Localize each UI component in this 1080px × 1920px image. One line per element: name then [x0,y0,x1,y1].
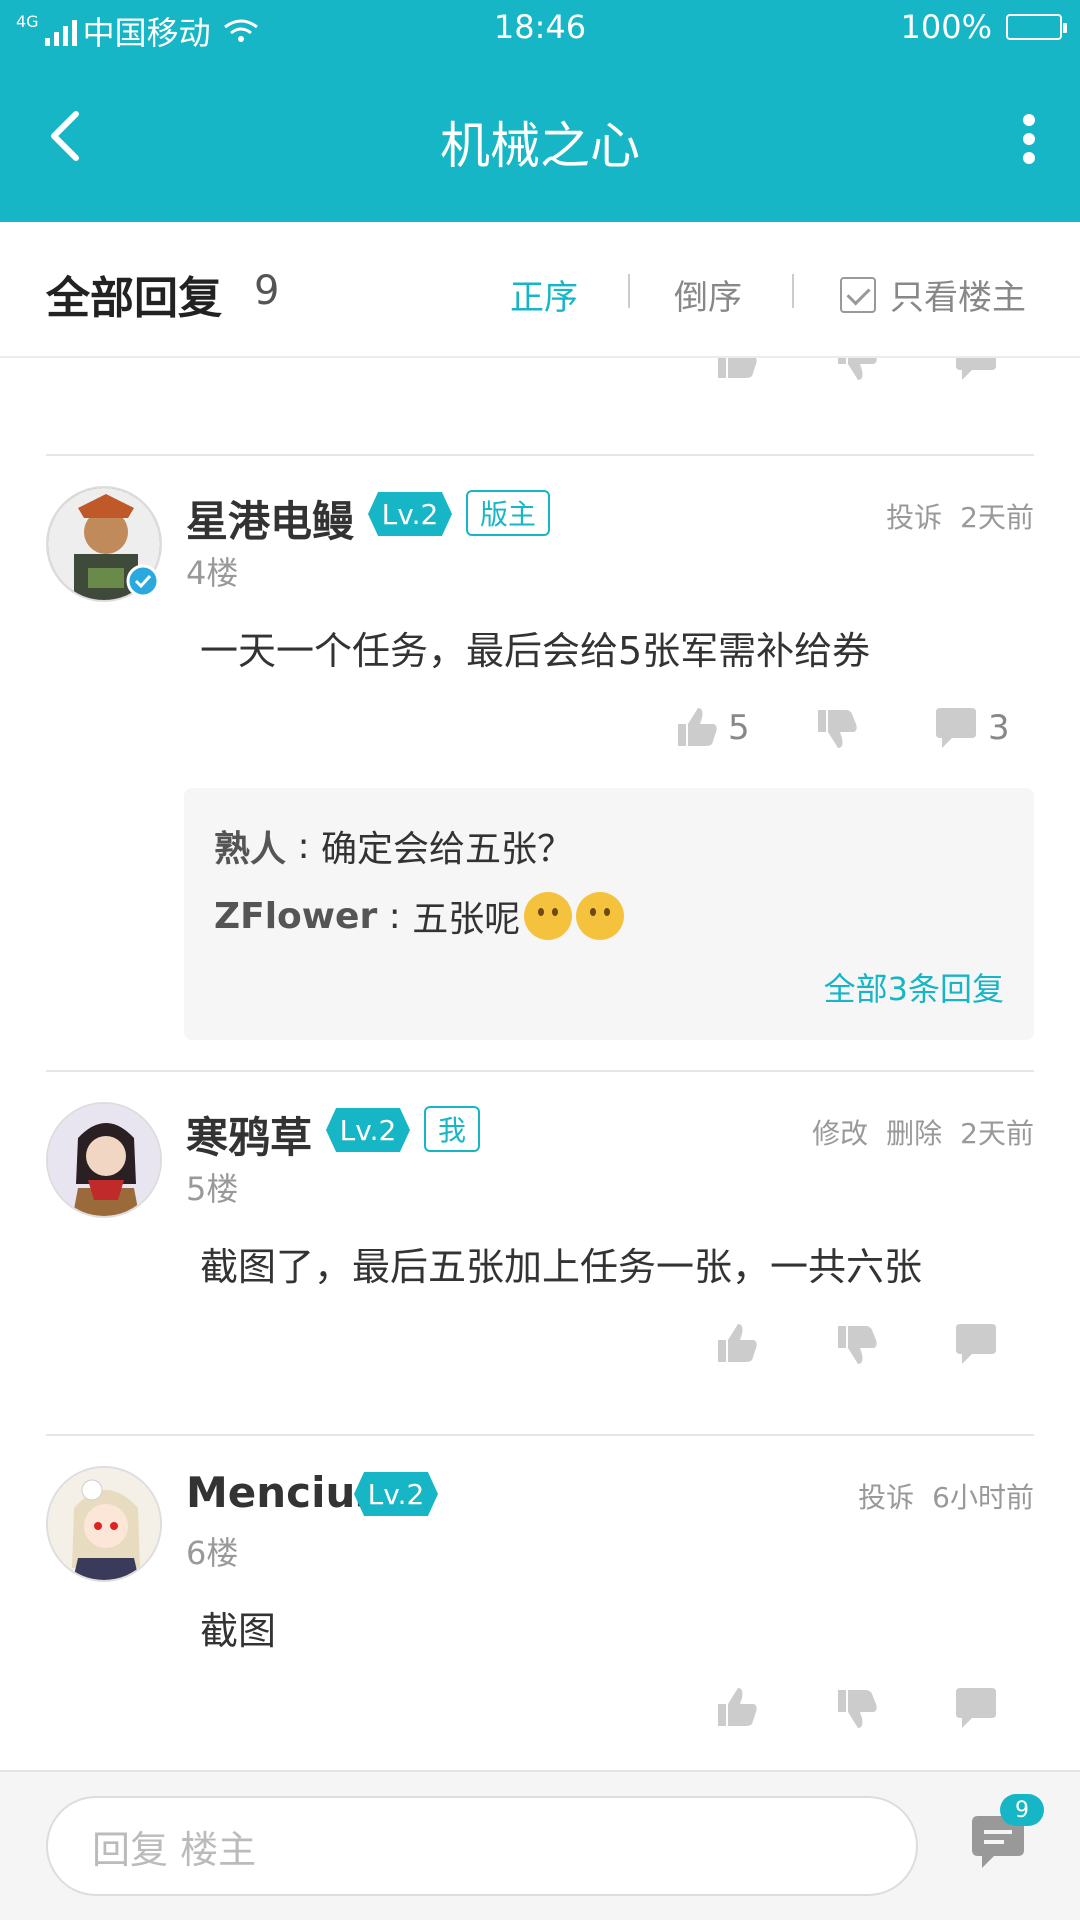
dislike-icon[interactable] [832,358,880,384]
checkbox-icon[interactable] [840,276,876,313]
floor-number: 5楼 [186,1170,239,1208]
title-bar: 机械之心 [0,56,1080,222]
divider [628,274,630,308]
reply-author[interactable]: ZFlower [214,896,377,937]
me-tag: 我 [424,1106,481,1152]
comment-icon [936,708,976,748]
post-text: 一天一个任务，最后会给5张军需补给券 [200,629,871,673]
divider [46,1070,1034,1072]
reply-count: 9 [254,268,280,314]
level-badge: Lv.2 [368,492,452,536]
dislike-icon[interactable] [832,1684,880,1732]
dislike-icon[interactable] [832,1320,880,1368]
sort-ascending-button[interactable]: 正序 [510,270,578,319]
post-time: 2天前 [960,501,1034,534]
username[interactable]: 寒鸦草 [186,1104,312,1165]
like-icon[interactable] [712,358,760,384]
like-icon[interactable] [712,1320,760,1368]
only-op-toggle[interactable]: 只看楼主 [840,270,1026,319]
post-time: 2天前 [960,1117,1034,1150]
avatar[interactable] [46,1466,162,1582]
thinking-emoji-icon [576,892,625,940]
reply-input[interactable]: 回复 楼主 [46,1796,918,1896]
reply-list: 星港电鳗 Lv.2 版主 投诉 2天前 4楼 一天一个任务，最后会给5张军需补给… [0,358,1080,1770]
more-menu-icon[interactable] [1014,114,1044,164]
all-replies-heading: 全部回复 [46,273,222,324]
like-icon [678,708,717,746]
status-right: 100% [900,8,1067,46]
delete-link[interactable]: 删除 [886,1112,942,1152]
sort-descending-button[interactable]: 倒序 [674,270,742,319]
avatar[interactable] [46,1102,162,1218]
comment-button[interactable]: 3 [932,704,1010,752]
reply-colon: : [377,895,413,937]
avatar-image [48,1468,160,1580]
divider [46,454,1034,456]
post-text: 截图了，最后五张加上任务一张，一共六张 [200,1245,923,1289]
comment-count: 3 [988,708,1010,748]
post-meta: 修改 删除 2天前 [812,1112,1034,1152]
level-badge: Lv.2 [326,1108,410,1152]
comment-count-badge: 9 [1000,1794,1044,1826]
report-link[interactable]: 投诉 [858,1476,914,1516]
floor-number: 4楼 [186,554,239,592]
like-icon[interactable] [712,1684,760,1732]
post-meta: 投诉 2天前 [886,496,1034,536]
divider [46,1434,1034,1436]
reply-author[interactable]: 熟人 [214,820,286,872]
only-op-label: 只看楼主 [890,278,1026,318]
page-title: 机械之心 [440,117,640,175]
report-link[interactable]: 投诉 [886,496,942,536]
sub-reply[interactable]: 熟人 : 确定会给五张？ [214,820,573,872]
floor-number: 6楼 [186,1534,239,1572]
like-button[interactable]: 5 [672,704,750,752]
bottom-reply-bar: 回复 楼主 9 [0,1770,1080,1920]
comment-icon[interactable] [952,1684,1000,1732]
status-bar: 4G 中国移动 18:46 100% [0,0,1080,56]
verified-badge-icon [126,564,160,598]
moderator-tag: 版主 [466,490,551,536]
thinking-emoji-icon [524,892,573,940]
post-meta: 投诉 6小时前 [858,1476,1034,1516]
sub-replies: 熟人 : 确定会给五张？ ZFlower : 五张呢 全部3条回复 [184,788,1034,1040]
like-count: 5 [728,708,750,748]
edit-link[interactable]: 修改 [812,1112,868,1152]
battery-percent: 100% [900,8,992,46]
view-all-replies-link[interactable]: 全部3条回复 [824,964,1004,1010]
battery-icon [1006,14,1067,40]
comment-icon[interactable] [952,1320,1000,1368]
level-badge: Lv.2 [354,1472,438,1516]
reply-text: 确定会给五张？ [321,829,574,870]
reply-filter-bar: 全部回复 9 正序 倒序 只看楼主 [0,222,1080,358]
avatar-image [48,1104,160,1216]
username[interactable]: 星港电鳗 [186,488,354,549]
reply-colon: : [286,825,322,867]
divider [792,274,794,308]
reply-text: 五张呢 [412,899,521,940]
comment-icon[interactable] [952,358,1000,384]
username[interactable]: Mencius [186,1468,380,1517]
post-time: 6小时前 [932,1481,1034,1514]
post-text: 截图 [200,1609,277,1653]
dislike-icon[interactable] [812,704,860,752]
sub-reply[interactable]: ZFlower : 五张呢 [214,890,625,942]
